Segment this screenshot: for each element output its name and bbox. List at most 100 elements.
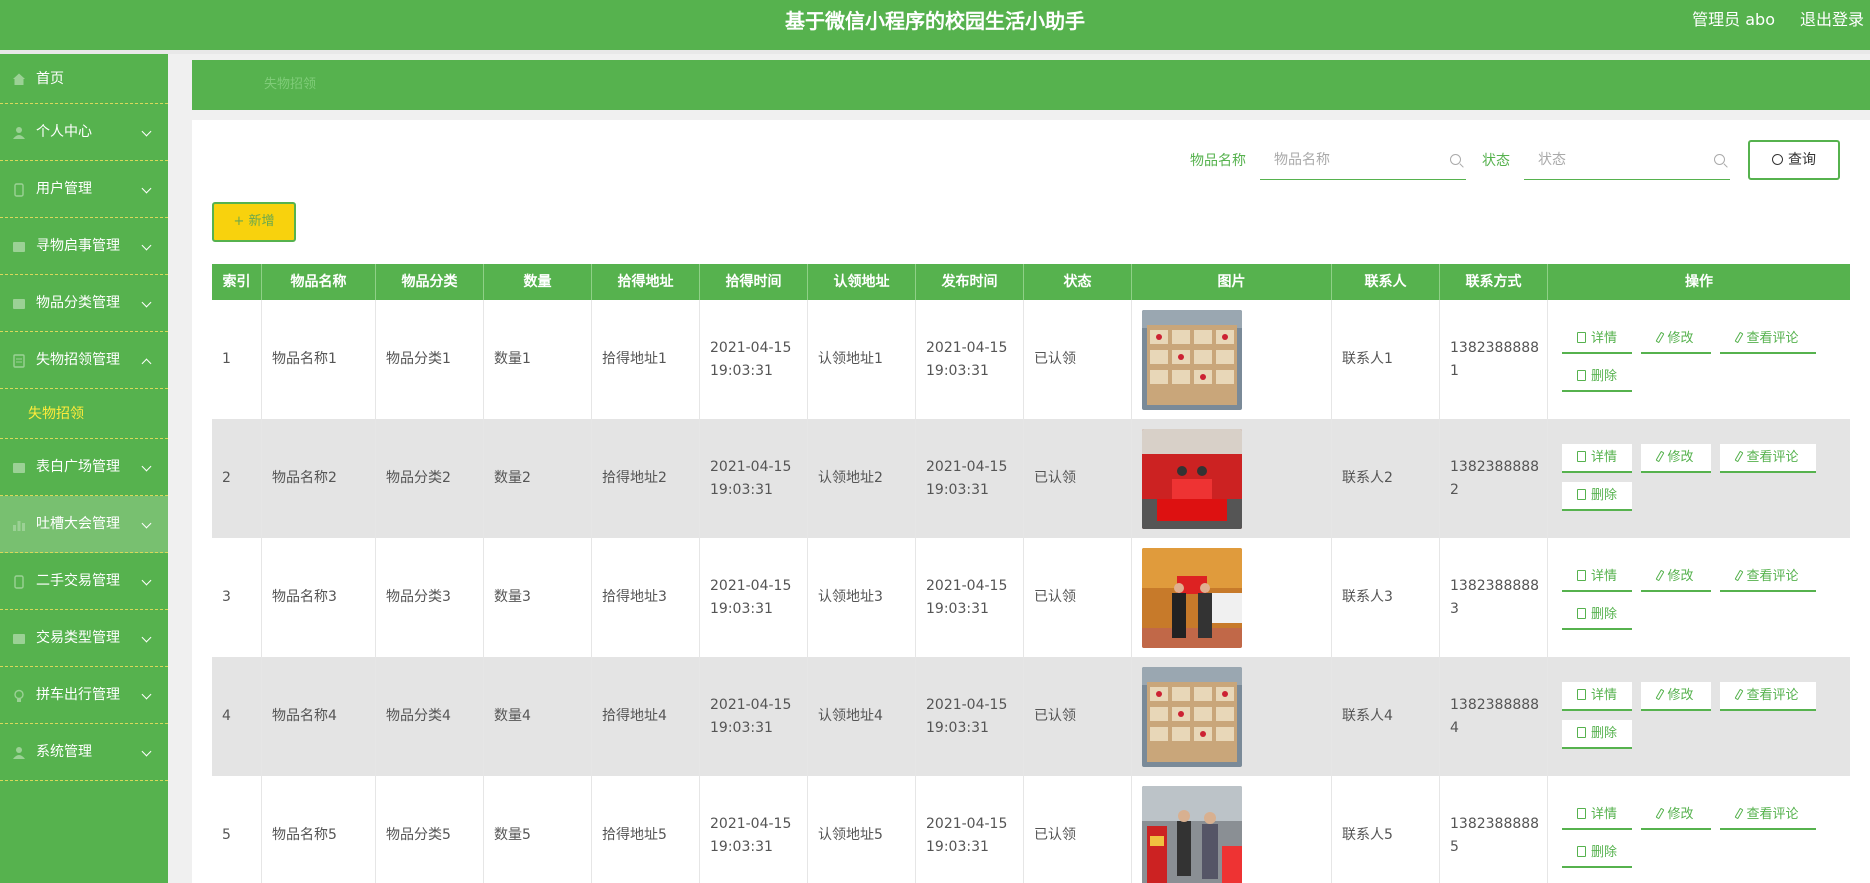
sidebar-item-secondhand[interactable]: 二手交易管理: [0, 553, 168, 610]
top-header: 基于微信小程序的校园生活小助手 管理员 abo 退出登录: [0, 0, 1870, 50]
sidebar-item-category[interactable]: 物品分类管理: [0, 275, 168, 332]
cell-publish-time: 2021-04-15 19:03:31: [916, 776, 1024, 883]
column-header: 拾得时间: [700, 264, 808, 300]
view-comments-button[interactable]: 查看评论: [1720, 682, 1816, 711]
item-photo[interactable]: [1142, 309, 1242, 410]
cell-quantity-text: 数量5: [494, 827, 531, 843]
cell-publish-time-text: 2021-04-15 19:03:31: [926, 696, 1008, 736]
edit-button[interactable]: 修改: [1641, 801, 1711, 830]
column-header: 联系人: [1332, 264, 1440, 300]
cell-name-text: 物品名称3: [272, 589, 337, 605]
delete-button[interactable]: 删除: [1562, 839, 1632, 868]
detail-button[interactable]: 详情: [1562, 444, 1632, 473]
cell-category: 物品分类1: [376, 300, 484, 419]
sidebar-item-label: 拼车出行管理: [36, 687, 120, 703]
cell-claim-address: 认领地址4: [808, 657, 916, 776]
sidebar-item-label: 物品分类管理: [36, 295, 120, 311]
column-header: 物品分类: [376, 264, 484, 300]
delete-button[interactable]: 删除: [1562, 482, 1632, 511]
view-comments-button[interactable]: 查看评论: [1720, 563, 1816, 592]
delete-button[interactable]: 删除: [1562, 363, 1632, 392]
detail-button[interactable]: 详情: [1562, 563, 1632, 592]
item-photo[interactable]: [1142, 666, 1242, 767]
detail-button[interactable]: 详情: [1562, 682, 1632, 711]
cell-actions: 详情 修改 查看评论 删除: [1548, 538, 1850, 657]
sidebar-item-personal-center[interactable]: 个人中心: [0, 104, 168, 161]
sidebar-item-lost-found[interactable]: 失物招领管理: [0, 332, 168, 389]
sidebar-item-carpool[interactable]: 拼车出行管理: [0, 667, 168, 724]
edit-button[interactable]: 修改: [1641, 563, 1711, 592]
view-comments-button[interactable]: 查看评论: [1720, 444, 1816, 473]
cell-actions: 详情 修改 查看评论 删除: [1548, 657, 1850, 776]
status-input[interactable]: [1524, 140, 1730, 180]
delete-button[interactable]: 删除: [1562, 720, 1632, 749]
detail-button[interactable]: 详情: [1562, 801, 1632, 830]
cell-claim-address: 认领地址2: [808, 419, 916, 538]
edit-button[interactable]: 修改: [1641, 325, 1711, 354]
item-photo[interactable]: [1142, 428, 1242, 529]
item-photo[interactable]: [1142, 547, 1242, 648]
sidebar-subitem-lost-found[interactable]: 失物招领: [0, 389, 168, 439]
query-button[interactable]: 查询: [1748, 140, 1840, 180]
cell-category-text: 物品分类4: [386, 708, 451, 724]
sidebar-item-lost-notice[interactable]: 寻物启事管理: [0, 218, 168, 275]
view-comments-button-label: 查看评论: [1746, 569, 1799, 584]
cell-status: 已认领: [1024, 419, 1132, 538]
cell-index-text: 2: [222, 470, 231, 486]
cell-status-text: 已认领: [1034, 827, 1076, 843]
user-icon: [12, 126, 26, 140]
cell-publish-time: 2021-04-15 19:03:31: [916, 657, 1024, 776]
sidebar-item-system[interactable]: 系统管理: [0, 724, 168, 781]
cell-claim-address-text: 认领地址1: [818, 351, 883, 367]
cell-found-time-text: 2021-04-15 19:03:31: [710, 339, 792, 379]
cell-phone-text: 13823888882: [1450, 458, 1540, 498]
cell-category-text: 物品分类3: [386, 589, 451, 605]
delete-button[interactable]: 删除: [1562, 601, 1632, 630]
sidebar-item-complaints[interactable]: 吐槽大会管理: [0, 496, 168, 553]
edit-button-label: 修改: [1667, 569, 1694, 584]
add-button[interactable]: + 新增: [212, 202, 296, 242]
view-comments-button-label: 查看评论: [1746, 807, 1799, 822]
sidebar-item-confession[interactable]: 表白广场管理: [0, 439, 168, 496]
cell-quantity-text: 数量3: [494, 589, 531, 605]
detail-button[interactable]: 详情: [1562, 325, 1632, 354]
cell-found-time: 2021-04-15 19:03:31: [700, 657, 808, 776]
pencil-icon: [1656, 807, 1665, 820]
sidebar-item-trade-type[interactable]: 交易类型管理: [0, 610, 168, 667]
sidebar-item-home[interactable]: 首页: [0, 54, 168, 104]
cell-name-text: 物品名称5: [272, 827, 337, 843]
doc-icon: [1576, 808, 1586, 819]
item-photo[interactable]: [1142, 785, 1242, 883]
logout-link[interactable]: 退出登录: [1800, 0, 1864, 40]
table-row: 5 物品名称5 物品分类5 数量5 拾得地址5 2021-04-15 19:03…: [212, 776, 1850, 883]
cell-contact-text: 联系人4: [1342, 708, 1393, 724]
current-user: 管理员 abo: [1692, 10, 1775, 29]
home-icon: [12, 72, 26, 86]
cell-quantity-text: 数量4: [494, 708, 531, 724]
edit-button-label: 修改: [1667, 688, 1694, 703]
view-comments-button[interactable]: 查看评论: [1720, 801, 1816, 830]
cell-index: 5: [212, 776, 262, 883]
cell-contact-text: 联系人3: [1342, 589, 1393, 605]
query-button-label: 查询: [1788, 152, 1816, 168]
item-name-input[interactable]: [1260, 140, 1466, 180]
sidebar: 首页 个人中心 用户管理 寻物启事管理 物品分类管理 失物招领管理 失物招领 表…: [0, 54, 168, 883]
cell-name: 物品名称5: [262, 776, 376, 883]
cell-contact: 联系人5: [1332, 776, 1440, 883]
cell-name-text: 物品名称4: [272, 708, 337, 724]
edit-button[interactable]: 修改: [1641, 444, 1711, 473]
breadcrumb: 失物招领: [192, 60, 1870, 110]
cell-name: 物品名称3: [262, 538, 376, 657]
pencil-icon: [1735, 450, 1744, 463]
edit-button[interactable]: 修改: [1641, 682, 1711, 711]
cell-status: 已认领: [1024, 776, 1132, 883]
pencil-icon: [1735, 331, 1744, 344]
sidebar-item-user-management[interactable]: 用户管理: [0, 161, 168, 218]
cell-quantity: 数量1: [484, 300, 592, 419]
column-header: 物品名称: [262, 264, 376, 300]
cell-found-time-text: 2021-04-15 19:03:31: [710, 696, 792, 736]
view-comments-button[interactable]: 查看评论: [1720, 325, 1816, 354]
pencil-icon: [1656, 688, 1665, 701]
breadcrumb-item[interactable]: 失物招领: [264, 60, 316, 110]
doc-icon: [1576, 689, 1586, 700]
